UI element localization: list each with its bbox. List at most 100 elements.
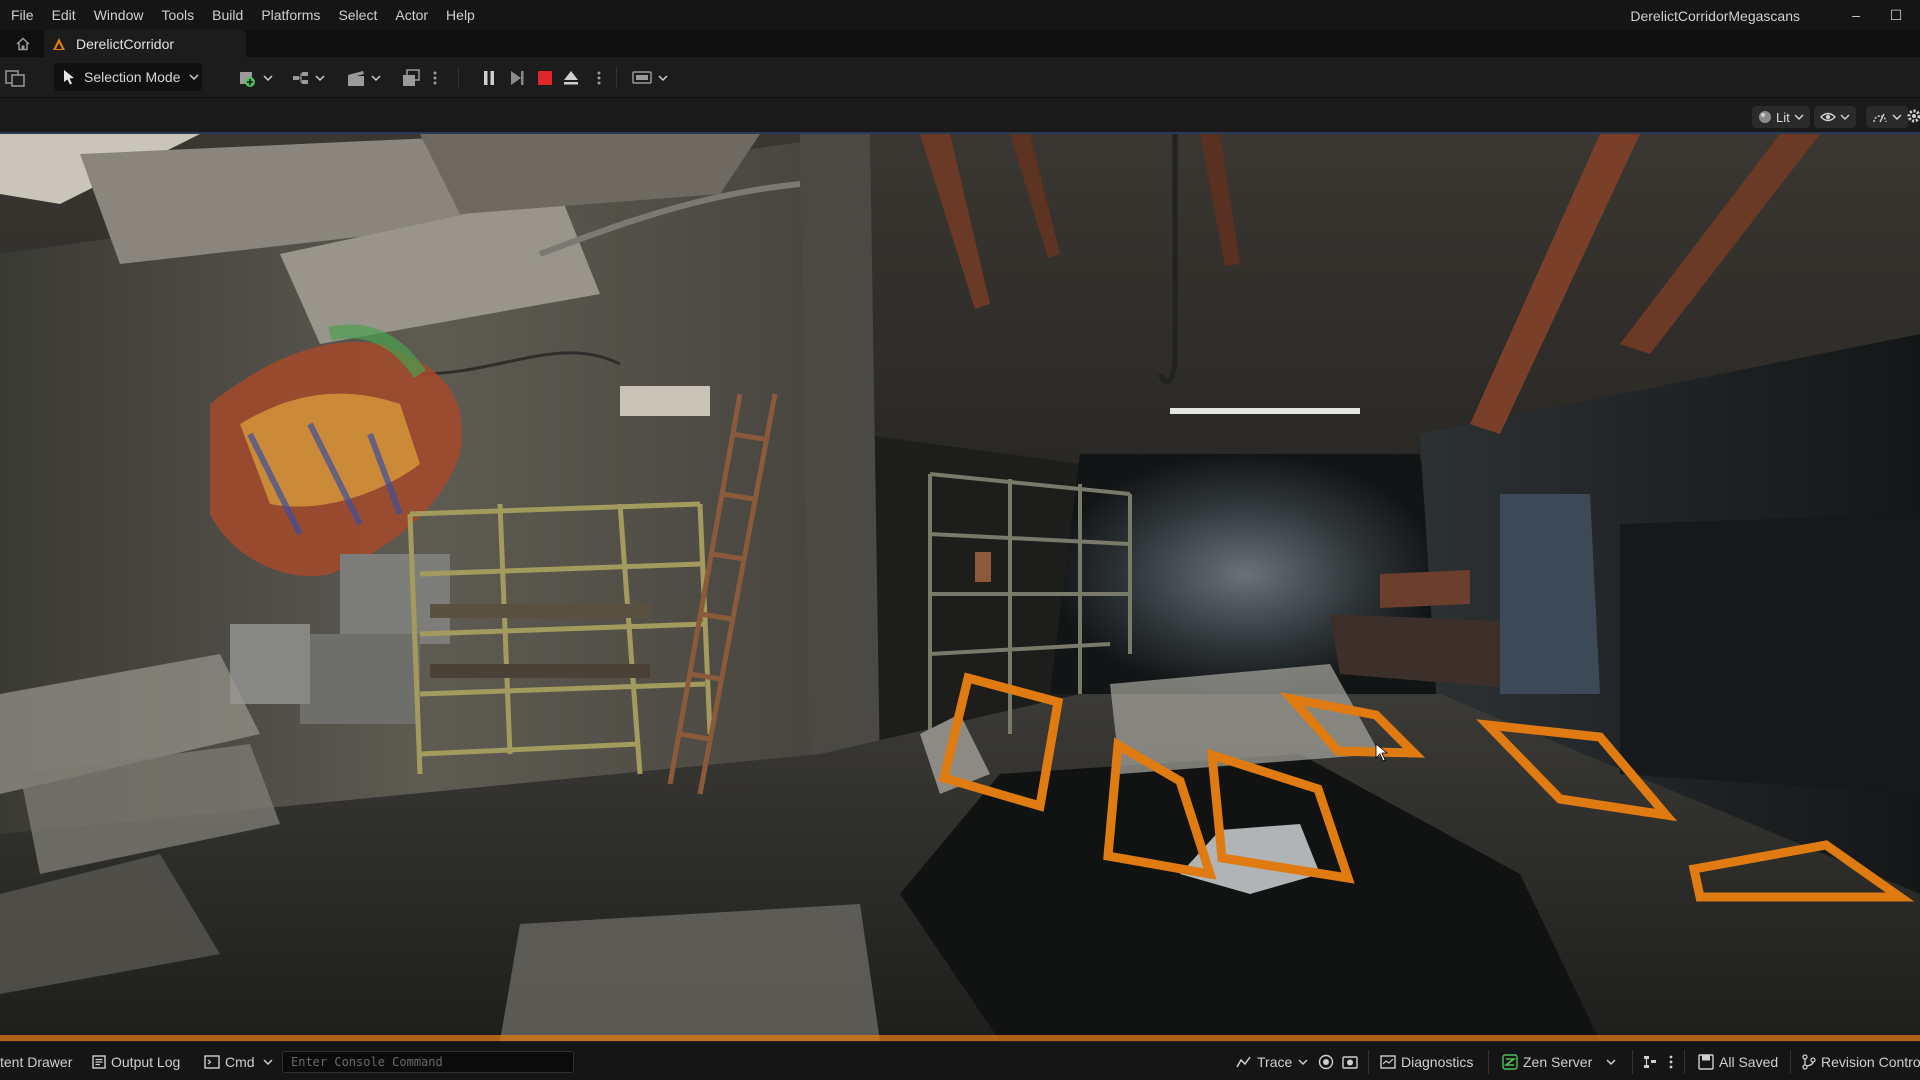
output-log-icon — [92, 1054, 106, 1069]
status-divider — [1488, 1050, 1489, 1074]
menu-platforms[interactable]: Platforms — [252, 0, 329, 30]
trace-label: Trace — [1257, 1053, 1293, 1070]
chevron-down-icon — [1794, 114, 1804, 121]
menu-actor[interactable]: Actor — [386, 0, 437, 30]
platform-icon — [632, 71, 668, 84]
save-status-button[interactable]: All Saved — [1698, 1042, 1778, 1080]
add-actor-button[interactable] — [236, 66, 276, 90]
platforms-button[interactable] — [400, 66, 424, 90]
status-bar: tent Drawer Output Log Cmd Trace Diagnos… — [0, 1041, 1920, 1080]
eye-icon — [1820, 112, 1836, 122]
chevron-down-icon — [1840, 114, 1850, 121]
main-menu: File Edit Window Tools Build Platforms S… — [0, 0, 484, 30]
eject-button[interactable] — [560, 66, 582, 90]
view-mode-dropdown[interactable]: Lit — [1752, 106, 1810, 128]
level-icon — [53, 37, 65, 50]
level-viewport[interactable]: Lit — [0, 98, 1920, 1041]
cmd-label: Cmd — [225, 1053, 255, 1070]
blueprint-icon — [293, 72, 325, 84]
zen-server-dropdown[interactable]: Zen Server — [1502, 1042, 1621, 1080]
project-name: DerelictCorridorMegascans — [1630, 8, 1800, 24]
status-divider — [1368, 1050, 1369, 1074]
menu-edit[interactable]: Edit — [43, 0, 85, 30]
trace-icon — [1236, 1056, 1251, 1067]
diagnostics-icon — [1380, 1054, 1396, 1069]
cursor-icon — [64, 70, 74, 85]
step-icon — [511, 71, 524, 85]
source-control-icon[interactable] — [1642, 1054, 1658, 1070]
platforms-dropdown[interactable] — [630, 66, 672, 90]
clapperboard-icon — [348, 71, 381, 86]
chevron-down-icon — [188, 74, 199, 81]
maximize-button[interactable]: ☐ — [1876, 0, 1916, 30]
pause-icon — [484, 71, 494, 85]
speedometer-icon — [1873, 113, 1887, 123]
revision-control-button[interactable]: Revision Contro — [1802, 1042, 1920, 1080]
home-icon[interactable] — [14, 35, 32, 53]
terminal-icon — [204, 1054, 220, 1069]
trace-dropdown[interactable]: Trace — [1236, 1042, 1313, 1080]
revision-control-icon — [1802, 1053, 1816, 1070]
console-command-input[interactable] — [282, 1051, 574, 1073]
kebab-icon — [433, 71, 437, 85]
main-toolbar: Selection Mode — [0, 57, 1920, 98]
status-divider — [1684, 1050, 1685, 1074]
chevron-down-icon — [1298, 1058, 1308, 1065]
cinematics-button[interactable] — [344, 66, 384, 90]
pause-button[interactable] — [478, 66, 500, 90]
all-saved-label: All Saved — [1719, 1053, 1779, 1070]
menu-build[interactable]: Build — [203, 0, 252, 30]
content-drawer-button[interactable]: tent Drawer — [0, 1042, 72, 1080]
output-log-label: Output Log — [111, 1053, 181, 1070]
menu-tools[interactable]: Tools — [152, 0, 203, 30]
output-log-button[interactable]: Output Log — [92, 1042, 180, 1080]
diagnostics-label: Diagnostics — [1401, 1053, 1474, 1070]
chevron-down-icon — [263, 1058, 273, 1065]
status-divider — [1632, 1050, 1633, 1074]
toolbar-divider — [458, 67, 459, 89]
kebab-icon[interactable] — [1668, 1054, 1674, 1070]
record-icon[interactable] — [1318, 1054, 1334, 1070]
realtime-options-dropdown[interactable] — [1866, 106, 1908, 128]
layers-icon — [403, 69, 420, 86]
status-divider — [1790, 1050, 1791, 1074]
screenshot-icon[interactable] — [1342, 1054, 1358, 1070]
toolbar-divider — [616, 67, 617, 89]
show-flags-dropdown[interactable] — [1814, 106, 1856, 128]
add-actor-icon — [240, 72, 273, 87]
more-options-button[interactable] — [430, 66, 440, 90]
step-frame-button[interactable] — [506, 66, 528, 90]
tab-row: DerelictCorridor — [0, 30, 1920, 57]
play-options-button[interactable] — [594, 66, 604, 90]
cmd-dropdown[interactable]: Cmd — [204, 1042, 278, 1080]
stop-button[interactable] — [534, 66, 556, 90]
blueprints-button[interactable] — [290, 66, 330, 90]
revision-control-label: Revision Contro — [1821, 1053, 1920, 1070]
eject-icon — [564, 71, 578, 85]
selection-mode-dropdown[interactable]: Selection Mode — [54, 63, 202, 91]
diagnostics-button[interactable]: Diagnostics — [1380, 1042, 1473, 1080]
viewport-toolbar: Lit — [0, 98, 1920, 134]
tab-label: DerelictCorridor — [76, 35, 175, 52]
zen-server-icon — [1502, 1053, 1518, 1070]
lit-sphere-icon — [1759, 111, 1771, 123]
menu-help[interactable]: Help — [437, 0, 484, 30]
minimize-button[interactable]: – — [1836, 0, 1876, 30]
settings-gear-icon[interactable] — [1906, 108, 1920, 124]
selection-mode-label: Selection Mode — [84, 69, 181, 85]
view-mode-label: Lit — [1776, 109, 1790, 125]
zen-server-label: Zen Server — [1523, 1053, 1593, 1070]
menu-select[interactable]: Select — [329, 0, 386, 30]
scene-render[interactable] — [0, 134, 1920, 1041]
stop-icon — [538, 71, 552, 85]
menu-window[interactable]: Window — [85, 0, 153, 30]
kebab-icon — [597, 71, 601, 85]
menu-bar: File Edit Window Tools Build Platforms S… — [0, 0, 1920, 30]
chevron-down-icon — [1892, 114, 1902, 121]
content-drawer-label: tent Drawer — [0, 1053, 73, 1070]
menu-file[interactable]: File — [2, 0, 43, 30]
save-level-icon[interactable] — [4, 68, 26, 88]
chevron-down-icon — [1606, 1058, 1616, 1065]
tab-level[interactable]: DerelictCorridor — [44, 30, 246, 57]
save-icon — [1698, 1053, 1714, 1070]
